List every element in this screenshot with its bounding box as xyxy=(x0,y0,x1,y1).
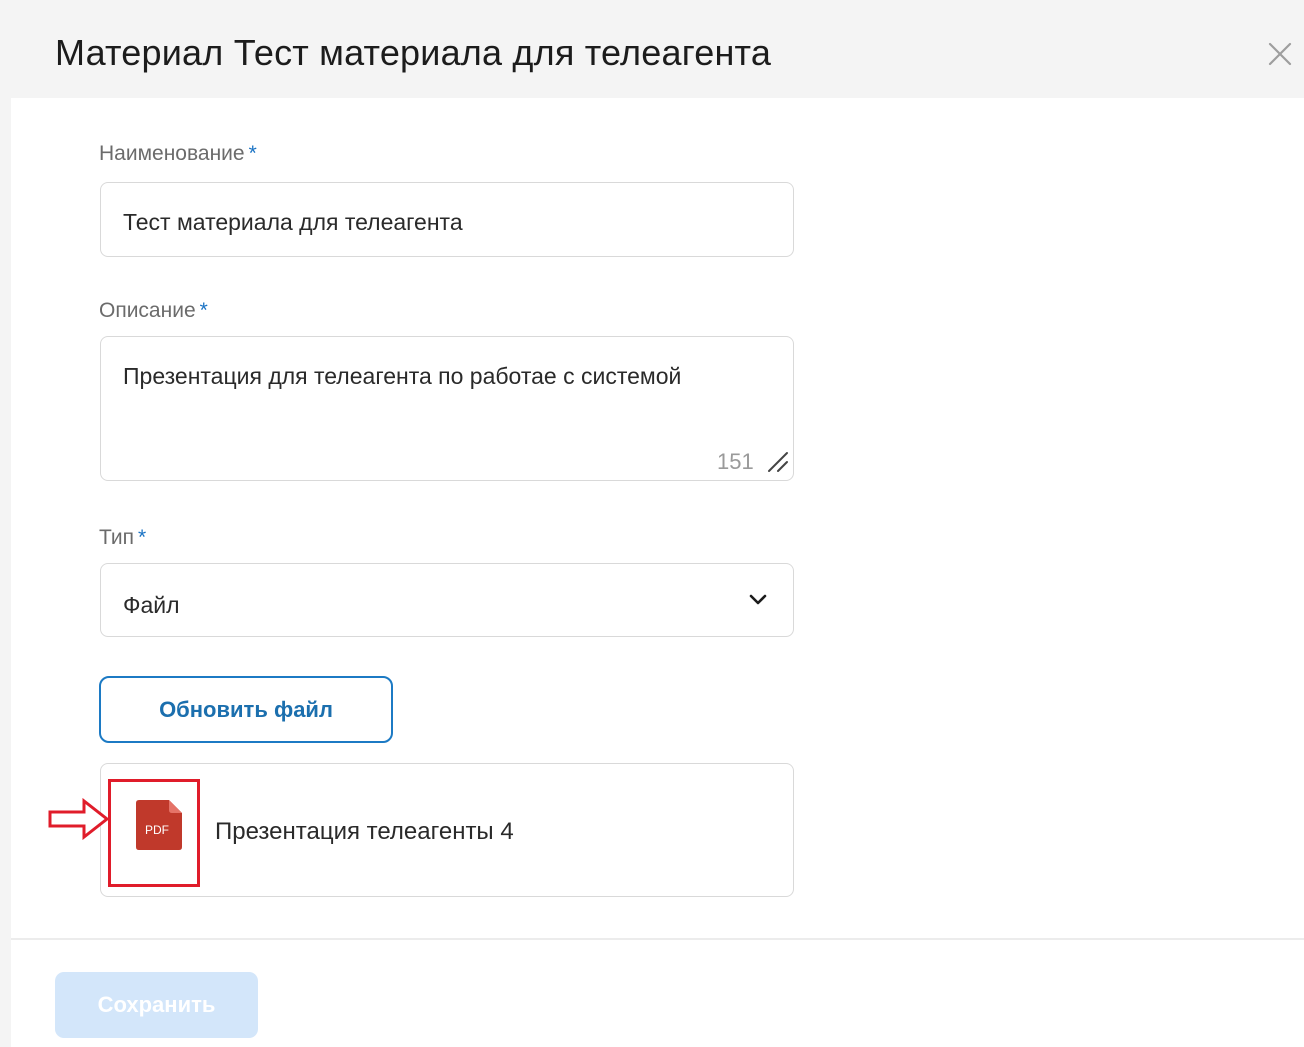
update-file-button[interactable]: Обновить файл xyxy=(99,676,393,743)
required-mark: * xyxy=(248,142,257,165)
dialog-header: Материал Тест материала для телеагента xyxy=(0,0,1304,98)
material-dialog: Материал Тест материала для телеагента Н… xyxy=(0,0,1304,1047)
resize-handle-icon[interactable] xyxy=(765,449,791,475)
name-input-value: Тест материала для телеагента xyxy=(123,209,463,235)
close-button[interactable] xyxy=(1262,36,1298,72)
description-textarea-value: Презентация для телеагента по работае с … xyxy=(123,363,682,389)
name-input[interactable]: Тест материала для телеагента xyxy=(100,182,794,257)
chevron-down-icon xyxy=(749,594,767,605)
save-button[interactable]: Сохранить xyxy=(55,972,258,1038)
close-icon xyxy=(1268,42,1292,66)
name-label: Наименование * xyxy=(99,142,257,166)
backdrop-strip xyxy=(0,0,11,1047)
type-label-text: Тип xyxy=(99,526,135,549)
dialog-title: Материал Тест материала для телеагента xyxy=(55,32,772,73)
required-mark: * xyxy=(138,526,147,549)
description-label: Описание * xyxy=(99,299,208,323)
type-select[interactable]: Файл xyxy=(100,563,794,637)
type-label: Тип * xyxy=(99,526,146,550)
character-counter: 151 xyxy=(717,449,754,474)
footer-divider xyxy=(11,938,1304,940)
name-label-text: Наименование xyxy=(99,142,245,165)
attachment-file-name[interactable]: Презентация телеагенты 4 xyxy=(215,818,514,846)
required-mark: * xyxy=(199,299,208,322)
arrow-right-icon xyxy=(48,798,110,840)
pdf-icon-label: PDF xyxy=(145,823,169,837)
description-label-text: Описание xyxy=(99,299,196,322)
description-textarea[interactable]: Презентация для телеагента по работае с … xyxy=(100,336,794,481)
pdf-file-icon[interactable]: PDF xyxy=(136,800,182,850)
type-select-value: Файл xyxy=(123,592,180,618)
